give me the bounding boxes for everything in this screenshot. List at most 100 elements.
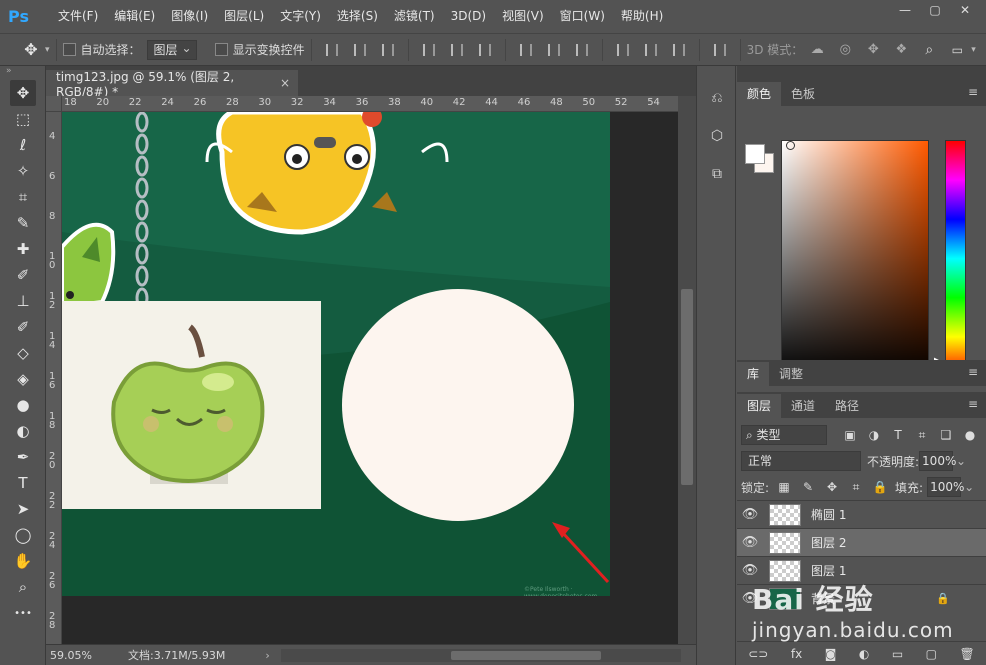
link-layers-icon[interactable]: ⊂⊃ bbox=[748, 647, 768, 661]
layer-filter-dropdown[interactable]: ⌕ 类型 bbox=[741, 425, 827, 445]
layer-row-ellipse-1[interactable]: 👁 椭圆 1 bbox=[737, 500, 986, 528]
new-layer-icon[interactable]: ▢ bbox=[926, 647, 937, 661]
brush-tool-icon[interactable]: ✐ bbox=[10, 262, 36, 288]
delete-layer-icon[interactable]: 🗑 bbox=[960, 647, 975, 661]
tab-color[interactable]: 颜色 bbox=[737, 82, 782, 106]
hue-slider[interactable] bbox=[945, 140, 966, 377]
search-icon[interactable]: ⌕ bbox=[920, 41, 938, 59]
ruler-origin[interactable] bbox=[46, 96, 62, 112]
distribute-bottom-icon[interactable] bbox=[573, 41, 591, 59]
distribute-hcenter-icon[interactable] bbox=[642, 41, 660, 59]
visibility-eye-icon[interactable]: 👁 bbox=[737, 535, 763, 550]
path-selection-tool-icon[interactable]: ➤ bbox=[10, 496, 36, 522]
align-vcenter-icon[interactable] bbox=[351, 41, 369, 59]
new-group-icon[interactable]: ▭ bbox=[892, 647, 903, 661]
lock-image-pixels-icon[interactable]: ✎ bbox=[799, 478, 817, 496]
fill-dropdown-icon[interactable]: ⌄ bbox=[964, 480, 974, 494]
align-top-icon[interactable] bbox=[323, 41, 341, 59]
visibility-eye-icon[interactable]: 👁 bbox=[737, 507, 763, 522]
panel-collapse-icon[interactable]: » bbox=[0, 66, 45, 80]
menu-type[interactable]: 文字(Y) bbox=[272, 0, 329, 33]
move-tool-icon[interactable]: ✥ bbox=[22, 40, 40, 59]
tool-preset-chevron-icon[interactable]: ▾ bbox=[45, 45, 50, 55]
horizontal-scrollbar[interactable] bbox=[281, 649, 681, 662]
visibility-eye-icon[interactable]: 👁 bbox=[737, 563, 763, 578]
smart-object-filter-icon[interactable]: ❑ bbox=[937, 426, 955, 444]
vertical-scrollbar[interactable] bbox=[678, 96, 696, 644]
align-left-icon[interactable] bbox=[420, 41, 438, 59]
history-brush-tool-icon[interactable]: ✐ bbox=[10, 314, 36, 340]
distribute-top-icon[interactable] bbox=[517, 41, 535, 59]
zoom-field[interactable]: 59.05% bbox=[46, 649, 116, 662]
menu-help[interactable]: 帮助(H) bbox=[613, 0, 671, 33]
lock-all-icon[interactable]: 🔒 bbox=[871, 478, 889, 496]
3d-pan-icon[interactable]: ✥ bbox=[864, 41, 882, 59]
layer-style-icon[interactable]: fx bbox=[791, 647, 802, 661]
hand-tool-icon[interactable]: ✋ bbox=[10, 548, 36, 574]
tab-channels[interactable]: 通道 bbox=[781, 394, 825, 418]
menu-filter[interactable]: 滤镜(T) bbox=[386, 0, 443, 33]
tab-adjustments[interactable]: 调整 bbox=[769, 362, 813, 386]
healing-brush-tool-icon[interactable]: ✚ bbox=[10, 236, 36, 262]
magic-wand-tool-icon[interactable]: ✧ bbox=[10, 158, 36, 184]
restore-button[interactable]: ▢ bbox=[920, 0, 950, 20]
align-right-icon[interactable] bbox=[476, 41, 494, 59]
paint-bucket-tool-icon[interactable]: ◈ bbox=[10, 366, 36, 392]
align-hcenter-icon[interactable] bbox=[448, 41, 466, 59]
shape-filter-icon[interactable]: ⌗ bbox=[913, 426, 931, 444]
horizontal-ruler[interactable]: 18 20 22 24 26 28 30 32 34 36 38 40 42 44 46 48 50 52 54 bbox=[62, 96, 678, 112]
marquee-tool-icon[interactable]: ⬚ bbox=[10, 106, 36, 132]
3d-roll-icon[interactable]: ◎ bbox=[836, 41, 854, 59]
close-window-button[interactable]: ✕ bbox=[950, 0, 980, 20]
vertical-ruler[interactable]: 4 6 8 1 0 1 2 1 4 1 6 1 8 2 0 2 2 2 4 2 6 2 8 bbox=[46, 112, 62, 644]
tab-swatches[interactable]: 色板 bbox=[781, 82, 825, 106]
panel-menu-icon[interactable]: ≡ bbox=[968, 365, 978, 379]
menu-view[interactable]: 视图(V) bbox=[494, 0, 552, 33]
more-tools-icon[interactable]: ••• bbox=[10, 600, 36, 626]
lock-artboard-icon[interactable]: ⌗ bbox=[847, 478, 865, 496]
align-bottom-icon[interactable] bbox=[379, 41, 397, 59]
document-tab[interactable]: timg123.jpg @ 59.1% (图层 2, RGB/8#) * × bbox=[46, 70, 298, 99]
3d-panel-icon[interactable]: ⬡ bbox=[702, 122, 732, 150]
workspace-icon[interactable]: ▭ bbox=[948, 41, 966, 59]
zoom-tool-icon[interactable]: ⌕ bbox=[10, 574, 36, 600]
menu-file[interactable]: 文件(F) bbox=[50, 0, 106, 33]
tab-paths[interactable]: 路径 bbox=[825, 394, 869, 418]
ellipse-tool-icon[interactable]: ◯ bbox=[10, 522, 36, 548]
menu-edit[interactable]: 编辑(E) bbox=[106, 0, 163, 33]
tab-layers[interactable]: 图层 bbox=[737, 394, 782, 418]
opacity-dropdown-icon[interactable]: ⌄ bbox=[956, 454, 966, 468]
lock-transparent-pixels-icon[interactable]: ▦ bbox=[775, 478, 793, 496]
saturation-brightness-field[interactable] bbox=[781, 140, 929, 377]
panel-menu-icon[interactable]: ≡ bbox=[968, 85, 978, 99]
move-tool-icon[interactable]: ✥ bbox=[10, 80, 36, 106]
properties-panel-icon[interactable]: ⧉ bbox=[702, 160, 732, 188]
show-transform-checkbox[interactable] bbox=[214, 43, 228, 56]
panel-collapse-strip[interactable] bbox=[737, 66, 986, 80]
3d-orbit-icon[interactable]: ☁ bbox=[808, 41, 826, 59]
panel-menu-icon[interactable]: ≡ bbox=[968, 397, 978, 411]
vertical-scrollbar-thumb[interactable] bbox=[681, 289, 693, 485]
close-document-icon[interactable]: × bbox=[280, 76, 290, 90]
status-menu-arrow[interactable]: › bbox=[265, 649, 269, 662]
tab-libraries[interactable]: 库 bbox=[737, 362, 770, 386]
ellipse-shape[interactable] bbox=[342, 289, 574, 521]
eraser-tool-icon[interactable]: ◇ bbox=[10, 340, 36, 366]
minimize-button[interactable]: — bbox=[890, 0, 920, 20]
type-filter-icon[interactable]: T bbox=[889, 426, 907, 444]
menu-layer[interactable]: 图层(L) bbox=[216, 0, 272, 33]
auto-select-checkbox[interactable] bbox=[62, 43, 76, 56]
menu-image[interactable]: 图像(I) bbox=[163, 0, 216, 33]
document-canvas[interactable]: ©Pete Ilsworth · www.depositphotos.com bbox=[62, 112, 610, 596]
menu-3d[interactable]: 3D(D) bbox=[443, 0, 494, 33]
clone-stamp-tool-icon[interactable]: ⊥ bbox=[10, 288, 36, 314]
layer-mask-icon[interactable]: ◙ bbox=[825, 647, 837, 661]
3d-slide-icon[interactable]: ❖ bbox=[892, 41, 910, 59]
auto-align-icon[interactable] bbox=[711, 41, 729, 59]
dodge-tool-icon[interactable]: ◐ bbox=[10, 418, 36, 444]
menu-select[interactable]: 选择(S) bbox=[329, 0, 386, 33]
lock-position-icon[interactable]: ✥ bbox=[823, 478, 841, 496]
history-panel-icon[interactable]: ⎌ bbox=[702, 84, 732, 112]
opacity-field[interactable]: 100% bbox=[919, 451, 956, 471]
pen-tool-icon[interactable]: ✒ bbox=[10, 444, 36, 470]
